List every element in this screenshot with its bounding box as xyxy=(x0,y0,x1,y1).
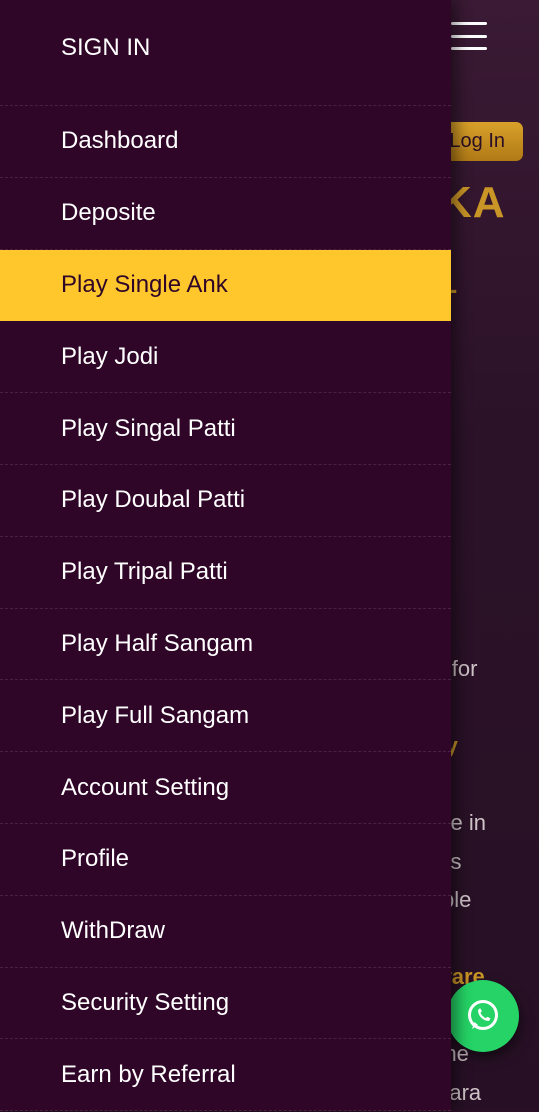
menu-item-label: Play Half Sangam xyxy=(61,630,253,658)
menu-item-deposite[interactable]: Deposite xyxy=(0,178,451,250)
menu-item-play-full-sangam[interactable]: Play Full Sangam xyxy=(0,680,451,752)
menu-item-label: Security Setting xyxy=(61,989,229,1017)
whatsapp-icon xyxy=(463,996,503,1036)
menu-item-label: Dashboard xyxy=(61,127,178,155)
menu-item-play-tripal-patti[interactable]: Play Tripal Patti xyxy=(0,537,451,609)
menu-item-label: Play Full Sangam xyxy=(61,702,249,730)
menu-item-label: Play Tripal Patti xyxy=(61,558,228,586)
hamburger-line xyxy=(451,47,487,50)
menu-item-play-half-sangam[interactable]: Play Half Sangam xyxy=(0,609,451,681)
hamburger-line xyxy=(451,35,487,38)
side-drawer-menu: SIGN IN Dashboard Deposite Play Single Ank P… xyxy=(0,0,451,1110)
menu-item-label: Deposite xyxy=(61,199,156,227)
menu-item-play-doubal-patti[interactable]: Play Doubal Patti xyxy=(0,465,451,537)
menu-item-sign-in[interactable]: SIGN IN xyxy=(0,0,451,106)
hamburger-menu-icon[interactable] xyxy=(451,22,487,50)
menu-item-label: Account Setting xyxy=(61,774,229,802)
menu-item-label: SIGN IN xyxy=(61,34,150,62)
menu-item-dashboard[interactable]: Dashboard xyxy=(0,106,451,178)
hamburger-line xyxy=(451,22,487,25)
menu-item-label: WithDraw xyxy=(61,917,165,945)
menu-list: SIGN IN Dashboard Deposite Play Single Ank P… xyxy=(0,0,451,1111)
menu-item-earn-by-referral[interactable]: Earn by Referral xyxy=(0,1039,451,1111)
menu-item-profile[interactable]: Profile xyxy=(0,824,451,896)
menu-item-label: Play Singal Patti xyxy=(61,415,236,443)
menu-item-label: Earn by Referral xyxy=(61,1061,236,1089)
whatsapp-chat-button[interactable] xyxy=(447,980,519,1052)
menu-item-play-singal-patti[interactable]: Play Singal Patti xyxy=(0,393,451,465)
menu-item-label: Play Single Ank xyxy=(61,271,228,299)
menu-item-withdraw[interactable]: WithDraw xyxy=(0,896,451,968)
menu-item-label: Profile xyxy=(61,845,129,873)
menu-item-label: Play Doubal Patti xyxy=(61,486,245,514)
menu-item-play-single-ank[interactable]: Play Single Ank xyxy=(0,250,451,322)
menu-item-label: Play Jodi xyxy=(61,343,158,371)
menu-item-account-setting[interactable]: Account Setting xyxy=(0,752,451,824)
menu-item-security-setting[interactable]: Security Setting xyxy=(0,968,451,1040)
menu-item-play-jodi[interactable]: Play Jodi xyxy=(0,321,451,393)
